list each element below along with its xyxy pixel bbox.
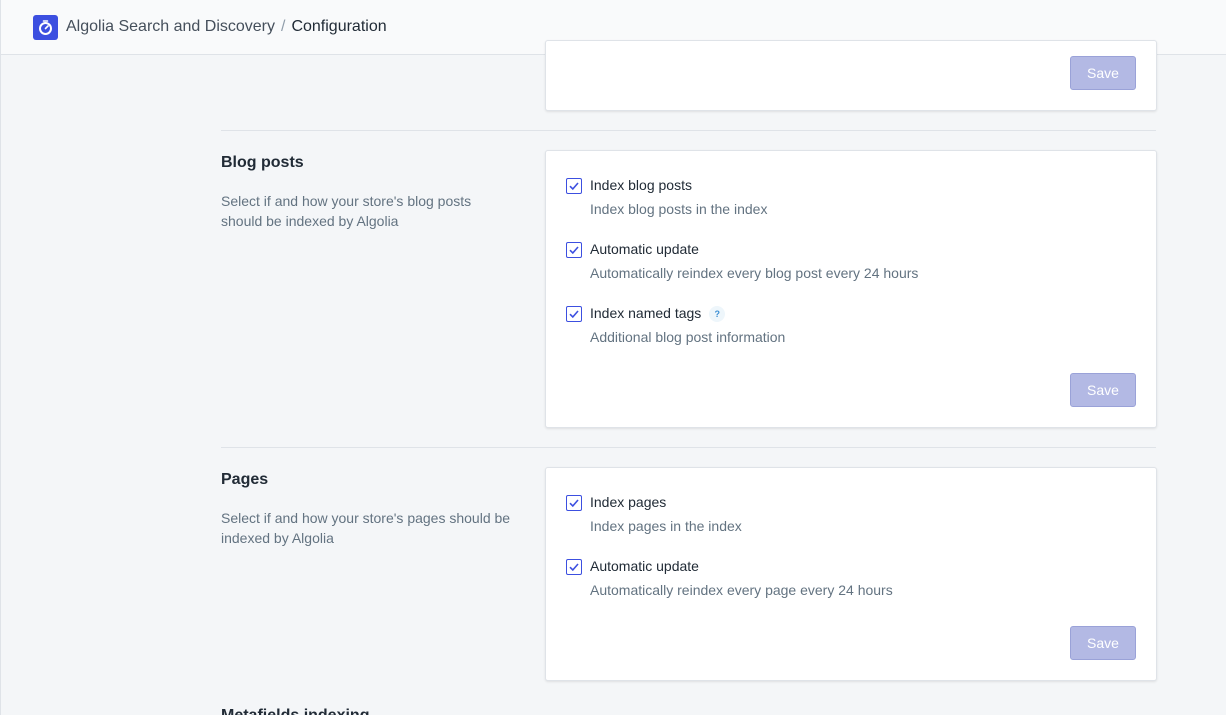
checkbox-index-blog-posts[interactable] xyxy=(566,178,582,194)
option-label[interactable]: Index blog posts xyxy=(590,177,692,193)
option-label-with-tooltip[interactable]: Index named tags? xyxy=(590,305,726,322)
option-help-text: Additional blog post information xyxy=(590,329,786,345)
option-label[interactable]: Index named tags xyxy=(590,305,701,321)
section-divider xyxy=(221,447,1156,448)
option-help-text: Automatically reindex every page every 2… xyxy=(590,582,893,598)
option-label[interactable]: Automatic update xyxy=(590,558,699,574)
checkbox-index-pages[interactable] xyxy=(566,495,582,511)
blog-posts-title: Blog posts xyxy=(221,154,304,171)
checkbox-automatic-update-pages[interactable] xyxy=(566,559,582,575)
checkmark-icon xyxy=(569,182,579,191)
section-divider xyxy=(221,130,1156,131)
algolia-app-icon xyxy=(33,14,58,40)
previous-settings-card: Save xyxy=(545,40,1157,111)
left-border xyxy=(0,55,1,715)
option-help-text: Index blog posts in the index xyxy=(590,201,768,217)
metafields-title: Metafields indexing xyxy=(221,707,369,715)
checkmark-icon xyxy=(569,310,579,319)
pages-description: Select if and how your store's pages sho… xyxy=(221,510,511,546)
checkbox-automatic-update-blog[interactable] xyxy=(566,242,582,258)
checkmark-icon xyxy=(569,246,579,255)
breadcrumb-app-link[interactable]: Algolia Search and Discovery xyxy=(66,18,275,36)
save-button[interactable]: Save xyxy=(1070,56,1136,90)
breadcrumb-separator: / xyxy=(281,18,286,35)
option-label[interactable]: Automatic update xyxy=(590,241,699,257)
page-title: Configuration xyxy=(291,18,387,35)
checkbox-index-named-tags[interactable] xyxy=(566,306,582,322)
pages-title: Pages xyxy=(221,471,269,488)
save-button[interactable]: Save xyxy=(1070,373,1136,407)
blog-posts-description: Select if and how your store's blog post… xyxy=(221,193,472,229)
option-label[interactable]: Index pages xyxy=(590,494,666,510)
save-button[interactable]: Save xyxy=(1070,626,1136,660)
help-tooltip-icon[interactable]: ? xyxy=(709,306,726,322)
option-help-text: Index pages in the index xyxy=(590,518,742,534)
blog-posts-card: Index blog posts Index blog posts in the… xyxy=(545,150,1157,428)
checkmark-icon xyxy=(569,499,579,508)
pages-card: Index pages Index pages in the index Aut… xyxy=(545,467,1157,681)
option-help-text: Automatically reindex every blog post ev… xyxy=(590,265,919,281)
checkmark-icon xyxy=(569,563,579,572)
